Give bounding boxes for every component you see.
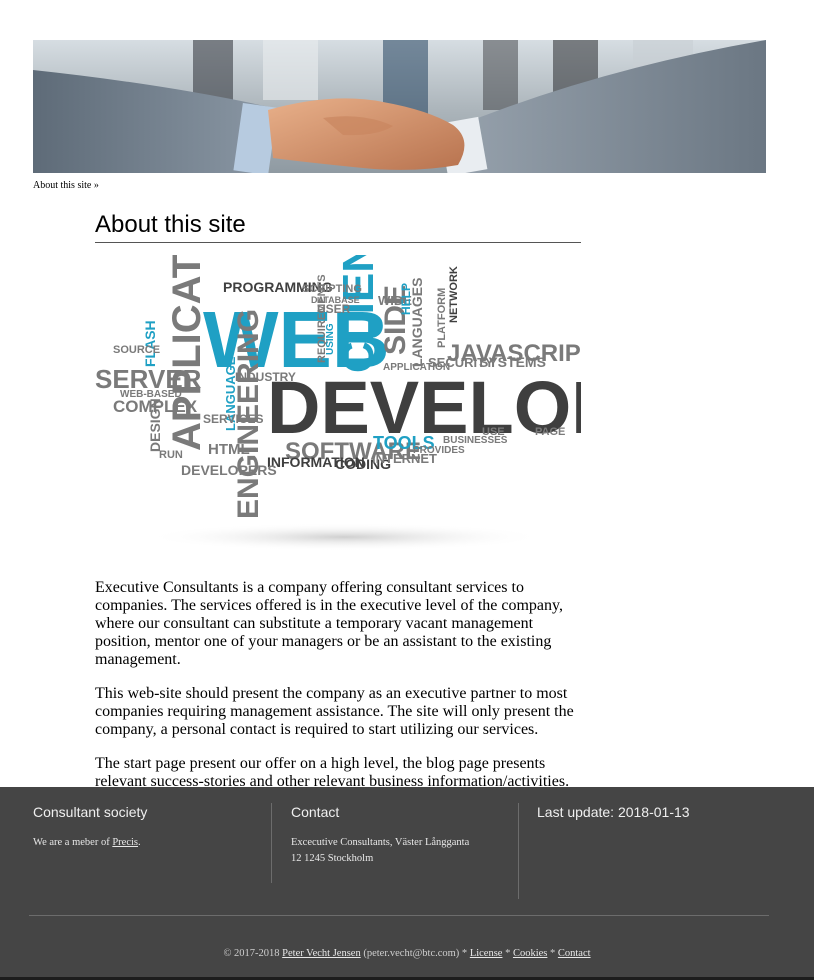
- word-cloud-graphic: APPLICATIONSWEBCLIENTSIDEDEVELOPMENTJAVA…: [95, 255, 581, 551]
- cloud-word: USE: [482, 426, 505, 438]
- page-title: About this site: [95, 208, 581, 243]
- cloud-word: SERVICES: [203, 412, 263, 426]
- footer-last-update: Last update: 2018-01-13: [537, 804, 690, 820]
- footer-contact-title: Contact: [291, 804, 340, 820]
- paragraph: The start page present our offer on a hi…: [95, 755, 570, 790]
- article: About this site APPLICATIONS WEB CLIENT SID…: [95, 208, 581, 553]
- footer-col-update: Last update: 2018-01-13: [537, 803, 777, 821]
- cloud-word: NETWORK: [448, 266, 460, 323]
- footer-contact-line1: Excecutive Consultants, Väster Långganta: [291, 837, 470, 848]
- cloud-word: DEVELOPERS: [181, 462, 277, 478]
- paragraph: Executive Consultants is a company offer…: [95, 579, 563, 668]
- paragraph: This web-site should present the company…: [95, 685, 574, 738]
- precis-link[interactable]: Precis: [112, 837, 138, 848]
- footer-divider: [271, 803, 272, 883]
- license-link[interactable]: License: [470, 948, 503, 959]
- footer-col-contact: Contact Excecutive Consultants, Väster L…: [291, 803, 511, 867]
- footer-col-society: Consultant society We are a meber of Pre…: [33, 803, 253, 851]
- cloud-word: INDUSTRY: [235, 370, 296, 384]
- footer-society-title: Consultant society: [33, 804, 148, 820]
- footer-copyright: © 2017-2018 Peter Vecht Jensen (peter.ve…: [223, 948, 591, 959]
- cloud-word: DATABASE: [311, 295, 360, 305]
- banner-handshake-image: [33, 40, 766, 173]
- cloud-word: RUN: [159, 449, 183, 461]
- cloud-word: PROVIDES: [413, 445, 465, 456]
- cloud-word: SOURCE: [113, 344, 160, 356]
- breadcrumb-about-link[interactable]: About this site »: [33, 180, 99, 191]
- footer-separator: [29, 915, 769, 916]
- contact-link[interactable]: Contact: [558, 948, 591, 959]
- footer-divider: [518, 803, 519, 899]
- handshake-illustration: [33, 40, 766, 173]
- cookies-link[interactable]: Cookies: [513, 948, 547, 959]
- article-text: Executive Consultants is a company offer…: [95, 563, 581, 807]
- cloud-word: APPLICATION: [383, 362, 450, 373]
- cloud-word: HELP: [399, 283, 413, 315]
- cloud-word: PAGE: [535, 426, 565, 438]
- cloud-word: SCRIPTING: [302, 283, 362, 295]
- cloud-word: PLATFORM: [436, 288, 448, 348]
- site-footer: Consultant society We are a meber of Pre…: [0, 787, 814, 980]
- footer-society-text: We are a meber of Precis.: [33, 837, 141, 848]
- cloud-word: DESIGN: [147, 398, 163, 452]
- cloud-word: HTML: [208, 441, 250, 458]
- footer-contact-line2: 12 1245 Stockholm: [291, 853, 374, 864]
- author-link[interactable]: Peter Vecht Jensen: [282, 948, 361, 959]
- word-cloud-image: APPLICATIONSWEBCLIENTSIDEDEVELOPMENTJAVA…: [95, 255, 581, 553]
- cloud-word: WEB-BASED: [120, 389, 182, 400]
- cloud-word: USING: [325, 323, 336, 355]
